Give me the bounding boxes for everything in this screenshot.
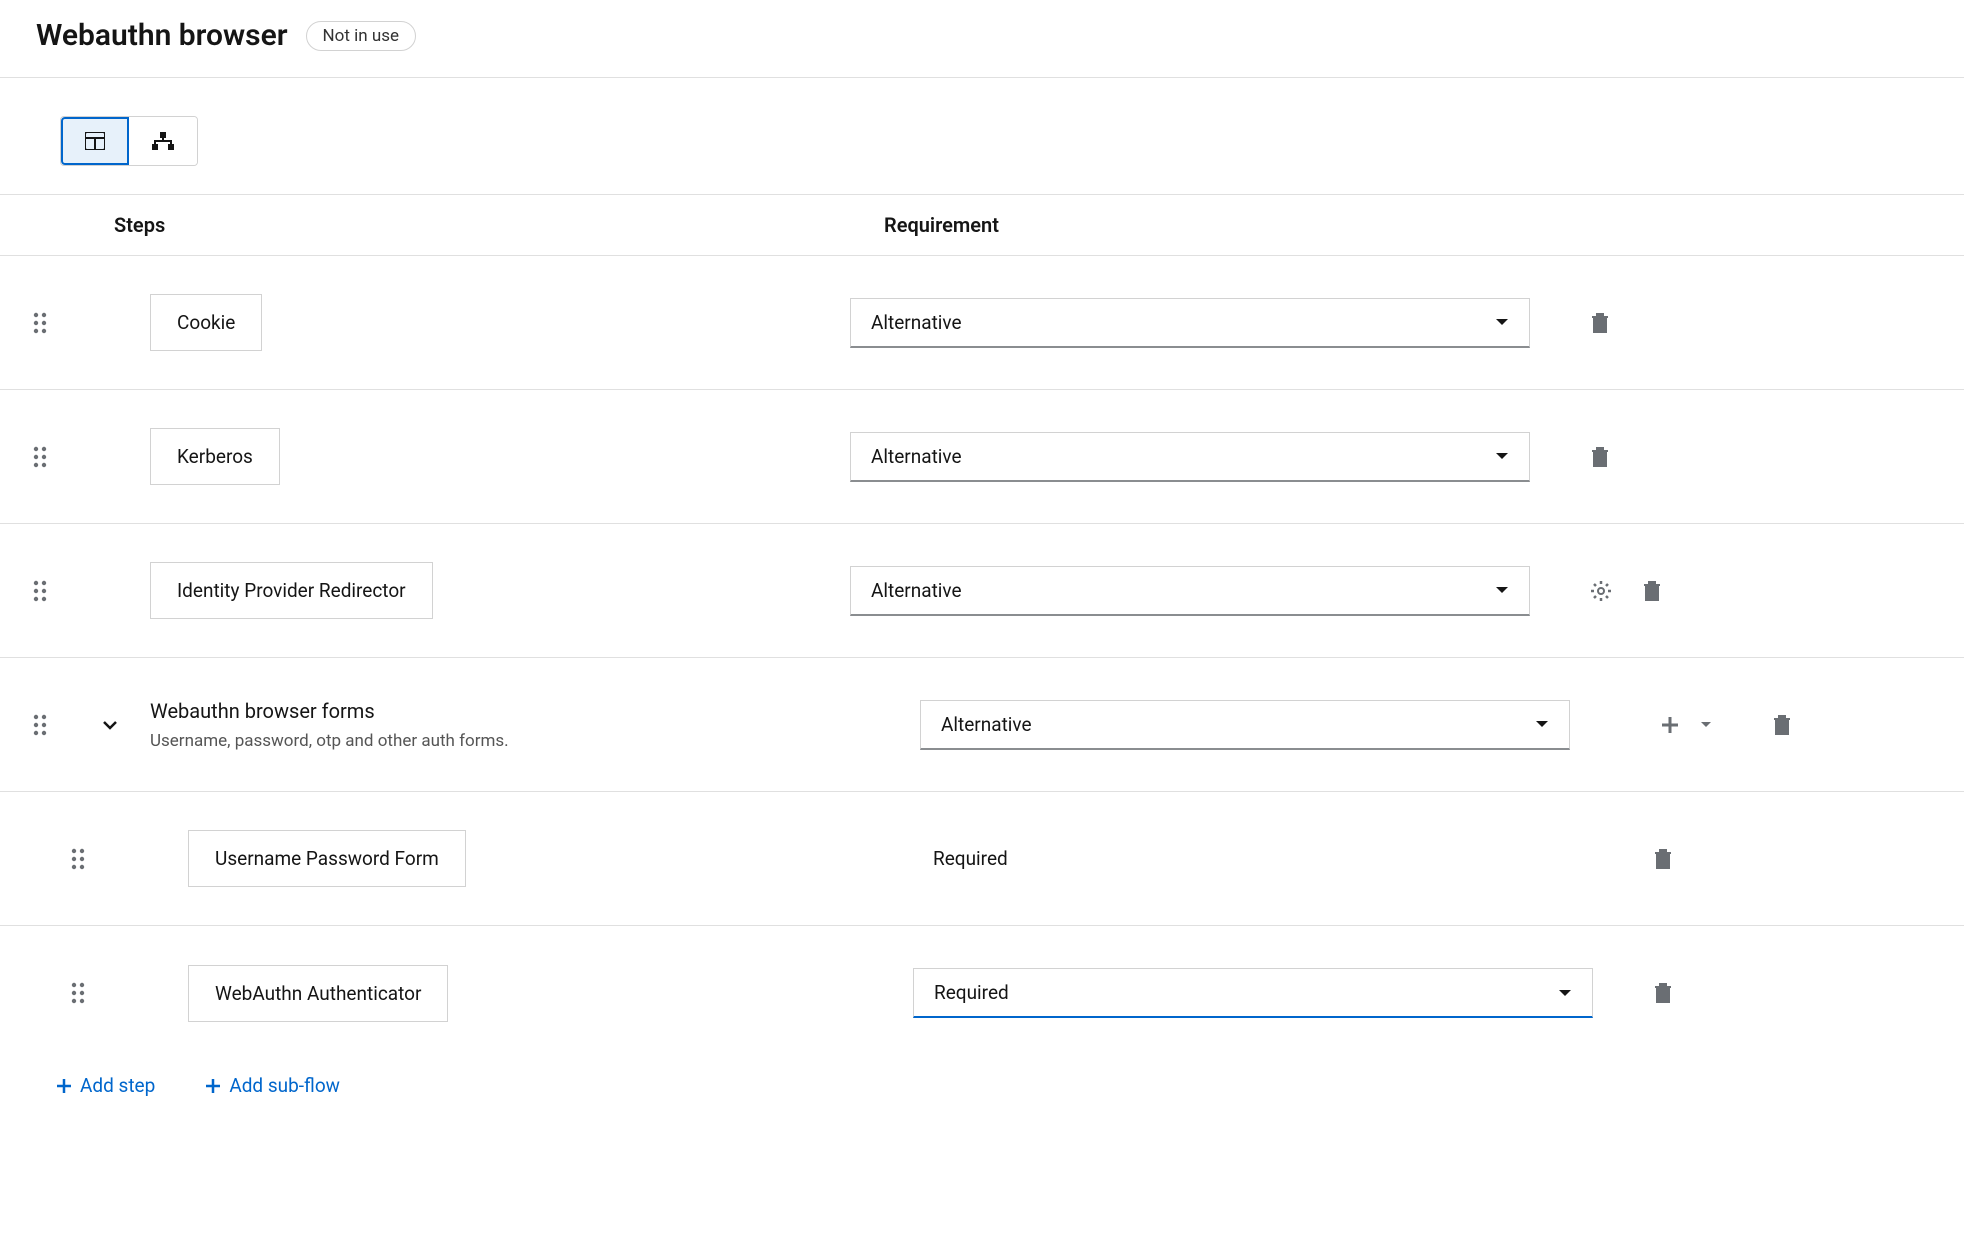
requirement-value: Alternative bbox=[941, 713, 1032, 736]
column-header-steps: Steps bbox=[114, 213, 884, 237]
table-row: Kerberos Alternative bbox=[0, 390, 1964, 524]
delete-button[interactable] bbox=[1772, 714, 1792, 736]
plus-icon bbox=[205, 1078, 221, 1094]
requirement-value: Alternative bbox=[871, 579, 962, 602]
delete-button[interactable] bbox=[1653, 848, 1673, 870]
delete-button[interactable] bbox=[1590, 446, 1610, 468]
step-name: WebAuthn Authenticator bbox=[188, 965, 448, 1022]
table-header: Steps Requirement bbox=[0, 194, 1964, 256]
view-toggle bbox=[60, 116, 198, 166]
requirement-value: Required bbox=[913, 847, 1593, 870]
caret-down-icon bbox=[1495, 586, 1509, 594]
table-row: WebAuthn Authenticator Required bbox=[0, 926, 1964, 1060]
column-header-requirement: Requirement bbox=[884, 213, 1964, 237]
add-step-link[interactable]: Add step bbox=[56, 1074, 155, 1097]
trash-icon bbox=[1653, 848, 1673, 870]
add-dropdown-button[interactable] bbox=[1700, 721, 1712, 729]
caret-down-icon bbox=[1700, 721, 1712, 729]
add-step-label: Add step bbox=[80, 1074, 155, 1097]
delete-button[interactable] bbox=[1653, 982, 1673, 1004]
trash-icon bbox=[1653, 982, 1673, 1004]
caret-down-icon bbox=[1495, 452, 1509, 460]
caret-down-icon bbox=[1535, 720, 1549, 728]
requirement-value: Alternative bbox=[871, 445, 962, 468]
subflow-description: Username, password, otp and other auth f… bbox=[150, 731, 509, 751]
caret-down-icon bbox=[1495, 318, 1509, 326]
diagram-view-button[interactable] bbox=[129, 117, 197, 165]
table-row: Username Password Form Required bbox=[0, 792, 1964, 926]
caret-down-icon bbox=[1558, 989, 1572, 997]
footer-actions: Add step Add sub-flow bbox=[0, 1060, 1964, 1127]
chevron-down-icon bbox=[102, 720, 118, 730]
add-button[interactable] bbox=[1660, 715, 1680, 735]
requirement-value: Required bbox=[934, 981, 1009, 1004]
step-name: Username Password Form bbox=[188, 830, 466, 887]
step-name: Kerberos bbox=[150, 428, 280, 485]
expand-toggle[interactable] bbox=[70, 720, 150, 730]
subflow-name: Webauthn browser forms bbox=[150, 699, 509, 723]
requirement-select[interactable]: Alternative bbox=[850, 298, 1530, 348]
requirement-value: Alternative bbox=[871, 311, 962, 334]
table-icon bbox=[85, 132, 105, 150]
plus-icon bbox=[1660, 715, 1680, 735]
page-title: Webauthn browser bbox=[36, 18, 288, 53]
delete-button[interactable] bbox=[1642, 580, 1662, 602]
diagram-icon bbox=[152, 132, 174, 150]
drag-handle[interactable] bbox=[10, 446, 70, 468]
drag-handle[interactable] bbox=[48, 848, 108, 870]
table-row: Webauthn browser forms Username, passwor… bbox=[0, 658, 1964, 792]
page-header: Webauthn browser Not in use bbox=[0, 0, 1964, 77]
requirement-select[interactable]: Alternative bbox=[920, 700, 1570, 750]
step-name: Cookie bbox=[150, 294, 262, 351]
step-name: Identity Provider Redirector bbox=[150, 562, 433, 619]
trash-icon bbox=[1590, 312, 1610, 334]
requirement-select[interactable]: Alternative bbox=[850, 566, 1530, 616]
table-view-button[interactable] bbox=[61, 117, 129, 165]
drag-handle[interactable] bbox=[10, 312, 70, 334]
plus-icon bbox=[56, 1078, 72, 1094]
delete-button[interactable] bbox=[1590, 312, 1610, 334]
view-toolbar bbox=[0, 78, 1964, 194]
drag-handle[interactable] bbox=[10, 580, 70, 602]
table-row: Cookie Alternative bbox=[0, 256, 1964, 390]
requirement-select[interactable]: Required bbox=[913, 968, 1593, 1018]
drag-handle[interactable] bbox=[48, 982, 108, 1004]
add-subflow-link[interactable]: Add sub-flow bbox=[205, 1074, 340, 1097]
gear-icon bbox=[1590, 580, 1612, 602]
add-subflow-label: Add sub-flow bbox=[229, 1074, 340, 1097]
trash-icon bbox=[1642, 580, 1662, 602]
trash-icon bbox=[1772, 714, 1792, 736]
status-badge: Not in use bbox=[306, 21, 417, 51]
trash-icon bbox=[1590, 446, 1610, 468]
settings-button[interactable] bbox=[1590, 580, 1612, 602]
requirement-select[interactable]: Alternative bbox=[850, 432, 1530, 482]
table-row: Identity Provider Redirector Alternative bbox=[0, 524, 1964, 658]
drag-handle[interactable] bbox=[10, 714, 70, 736]
